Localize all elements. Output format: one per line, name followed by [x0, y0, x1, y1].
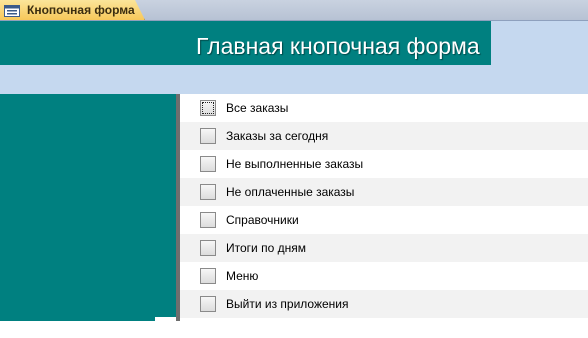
- daily-totals-button[interactable]: [200, 240, 216, 256]
- unfinished-orders-button[interactable]: [200, 156, 216, 172]
- left-decor-panel: [0, 94, 176, 321]
- page-title: Главная кнопочная форма: [196, 33, 480, 59]
- tab-switchboard-form[interactable]: Кнопочная форма: [0, 0, 145, 20]
- document-tab-strip: Кнопочная форма: [0, 0, 588, 21]
- menu-item-label[interactable]: Не выполненные заказы: [226, 157, 363, 171]
- menu-button[interactable]: [200, 268, 216, 284]
- menu-item-all-orders: Все заказы: [180, 94, 588, 122]
- menu-item-label[interactable]: Заказы за сегодня: [226, 129, 328, 143]
- menu-item-label[interactable]: Все заказы: [226, 101, 288, 115]
- menu-item-label[interactable]: Меню: [226, 269, 258, 283]
- menu-item-label[interactable]: Итоги по дням: [226, 241, 306, 255]
- menu-item-menu: Меню: [180, 262, 588, 290]
- form-icon: [4, 4, 20, 17]
- menu-item-label[interactable]: Выйти из приложения: [226, 297, 348, 311]
- exit-app-button[interactable]: [200, 296, 216, 312]
- menu-item-today-orders: Заказы за сегодня: [180, 122, 588, 150]
- unpaid-orders-button[interactable]: [200, 184, 216, 200]
- menu-item-daily-totals: Итоги по дням: [180, 234, 588, 262]
- menu-item-unpaid-orders: Не оплаченные заказы: [180, 178, 588, 206]
- references-button[interactable]: [200, 212, 216, 228]
- menu-item-label[interactable]: Справочники: [226, 213, 299, 227]
- menu-item-exit-app: Выйти из приложения: [180, 290, 588, 318]
- switchboard-form: Кнопочная форма Главная кнопочная форма …: [0, 0, 588, 338]
- menu-item-references: Справочники: [180, 206, 588, 234]
- all-orders-button[interactable]: [200, 100, 216, 116]
- today-orders-button[interactable]: [200, 128, 216, 144]
- menu-item-label[interactable]: Не оплаченные заказы: [226, 185, 354, 199]
- switchboard-menu: Все заказы Заказы за сегодня Не выполнен…: [180, 94, 588, 321]
- menu-item-unfinished-orders: Не выполненные заказы: [180, 150, 588, 178]
- left-decor-notch: [155, 317, 176, 321]
- tab-label: Кнопочная форма: [27, 3, 135, 17]
